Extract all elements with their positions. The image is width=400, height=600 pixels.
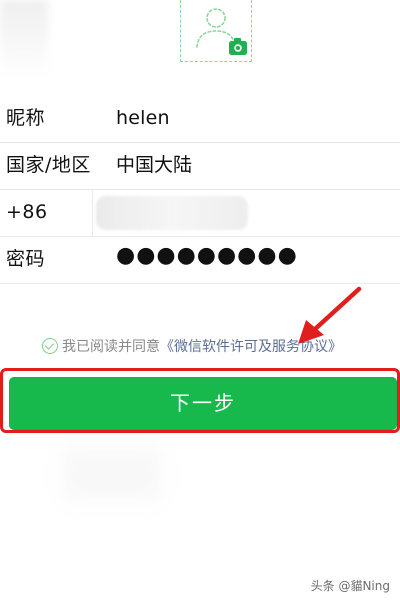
next-button-highlight: 下一步: [0, 368, 400, 433]
nickname-label: 昵称: [6, 107, 46, 129]
watermark-text: 头条 @貓Ning: [310, 579, 390, 593]
password-row[interactable]: 密码 ●●●●●●●●●: [0, 237, 400, 284]
password-input[interactable]: ●●●●●●●●●: [116, 245, 298, 267]
region-row[interactable]: 国家/地区 中国大陆: [0, 143, 400, 190]
check-circle-icon[interactable]: [42, 338, 58, 354]
registration-screen: 昵称 helen 国家/地区 中国大陆 +86 密码 ●●●●●●●●● 我已阅…: [0, 0, 400, 600]
password-label: 密码: [6, 248, 46, 270]
next-button[interactable]: 下一步: [9, 377, 397, 430]
phone-divider: [92, 190, 93, 237]
blurred-background-fragment: [0, 0, 48, 78]
avatar-upload[interactable]: [180, 0, 252, 62]
registration-form: 昵称 helen 国家/地区 中国大陆 +86 密码 ●●●●●●●●●: [0, 96, 400, 284]
region-selector[interactable]: 中国大陆: [116, 154, 192, 176]
avatar-placeholder-icon: [196, 8, 247, 55]
blurred-background-fragment: [62, 448, 162, 500]
nickname-row[interactable]: 昵称 helen: [0, 96, 400, 143]
nickname-input[interactable]: helen: [116, 107, 170, 129]
annotation-arrow-icon: [298, 286, 362, 344]
region-label: 国家/地区: [6, 154, 91, 176]
phone-number-input[interactable]: [96, 196, 248, 230]
country-code[interactable]: +86: [6, 201, 48, 223]
agreement-text: 我已阅读并同意: [62, 339, 160, 355]
camera-icon: [229, 38, 247, 55]
phone-row[interactable]: +86: [0, 190, 400, 237]
